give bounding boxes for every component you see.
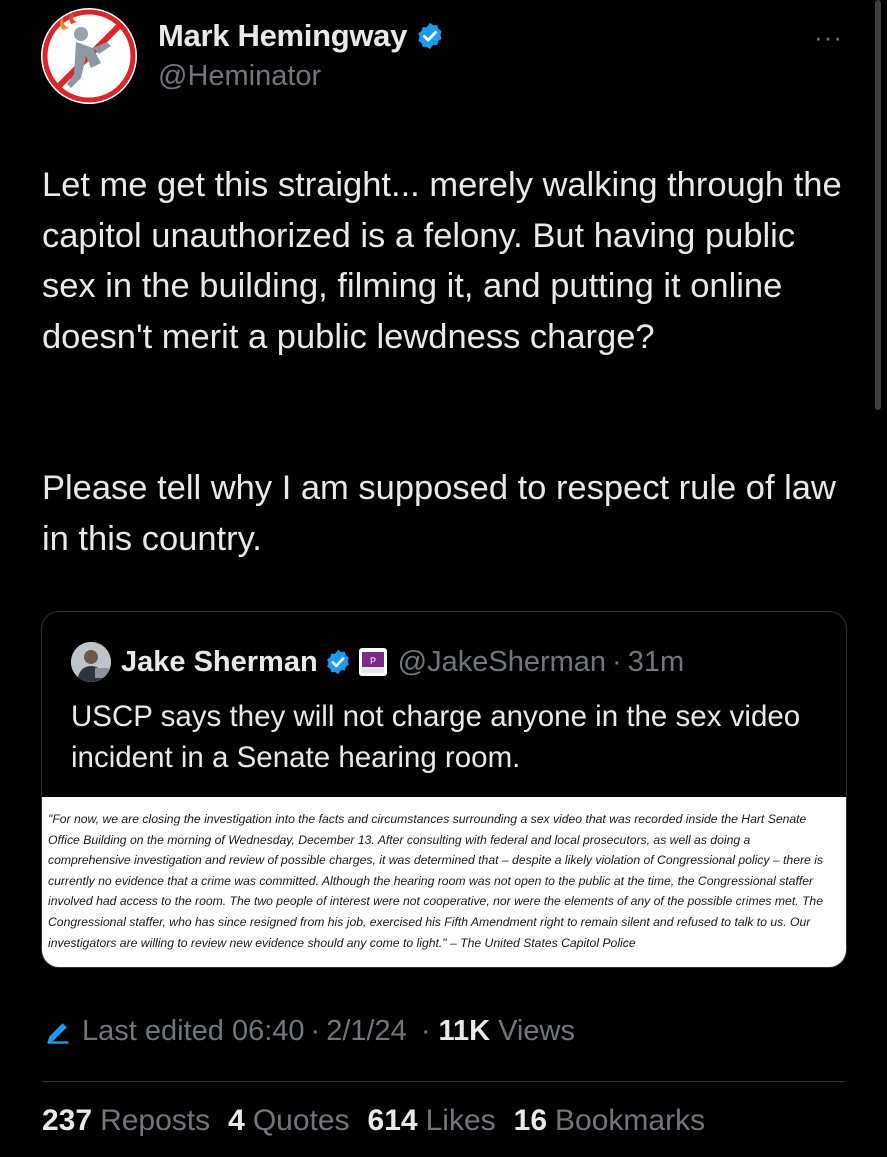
quotes-stat[interactable]: 4 Quotes [228, 1104, 349, 1138]
quoted-author-handle: @JakeSherman [397, 645, 607, 678]
affiliate-badge-icon: P [358, 648, 387, 676]
quoted-tweet-text: USCP says they will not charge anyone in… [71, 700, 801, 774]
divider [42, 1081, 845, 1082]
author-avatar[interactable] [41, 8, 137, 104]
separator-dot: · [420, 1015, 431, 1047]
quoted-author-name: Jake Sherman [121, 645, 318, 678]
separator-dot: · [612, 645, 622, 678]
views-label: Views [498, 1015, 575, 1047]
verified-badge-icon [418, 22, 442, 50]
bookmarks-stat[interactable]: 16 Bookmarks [514, 1104, 705, 1138]
quoted-statement-image[interactable]: "For now, we are closing the investigati… [42, 797, 846, 967]
author-name[interactable]: Mark Hemingway [158, 18, 407, 54]
quoted-tweet-card[interactable]: Jake Sherman P @JakeSherman · 31m USCP s… [41, 611, 847, 968]
reposts-stat[interactable]: 237 Reposts [42, 1104, 210, 1138]
quoted-author-avatar [71, 642, 111, 682]
quoted-time: 31m [627, 645, 685, 678]
likes-stat[interactable]: 614 Likes [368, 1104, 496, 1138]
separator-dot: · [310, 1015, 321, 1047]
tweet-paragraph-1: Let me get this straight... merely walki… [42, 166, 842, 356]
last-edited-link[interactable]: Last edited 06:40 [82, 1015, 305, 1048]
tweet-meta: Last edited 06:40 · 2/1/24 · 11K Views [44, 1015, 575, 1048]
more-options-icon[interactable]: ··· [814, 22, 843, 53]
tweet-paragraph-2: Please tell why I am supposed to respect… [42, 469, 836, 558]
verified-badge-icon [326, 649, 349, 675]
runner-logo-icon [42, 9, 136, 103]
views-count: 11K [438, 1015, 491, 1047]
tweet-date[interactable]: 2/1/24 [326, 1015, 407, 1048]
svg-text:P: P [370, 656, 376, 666]
engagement-stats: 237 Reposts 4 Quotes 614 Likes 16 Bookmarks [42, 1104, 705, 1138]
edit-pencil-icon [47, 1022, 69, 1044]
statement-text: "For now, we are closing the investigati… [48, 812, 824, 950]
author-handle[interactable]: @Heminator [158, 60, 321, 93]
scrollbar[interactable] [875, 0, 881, 410]
